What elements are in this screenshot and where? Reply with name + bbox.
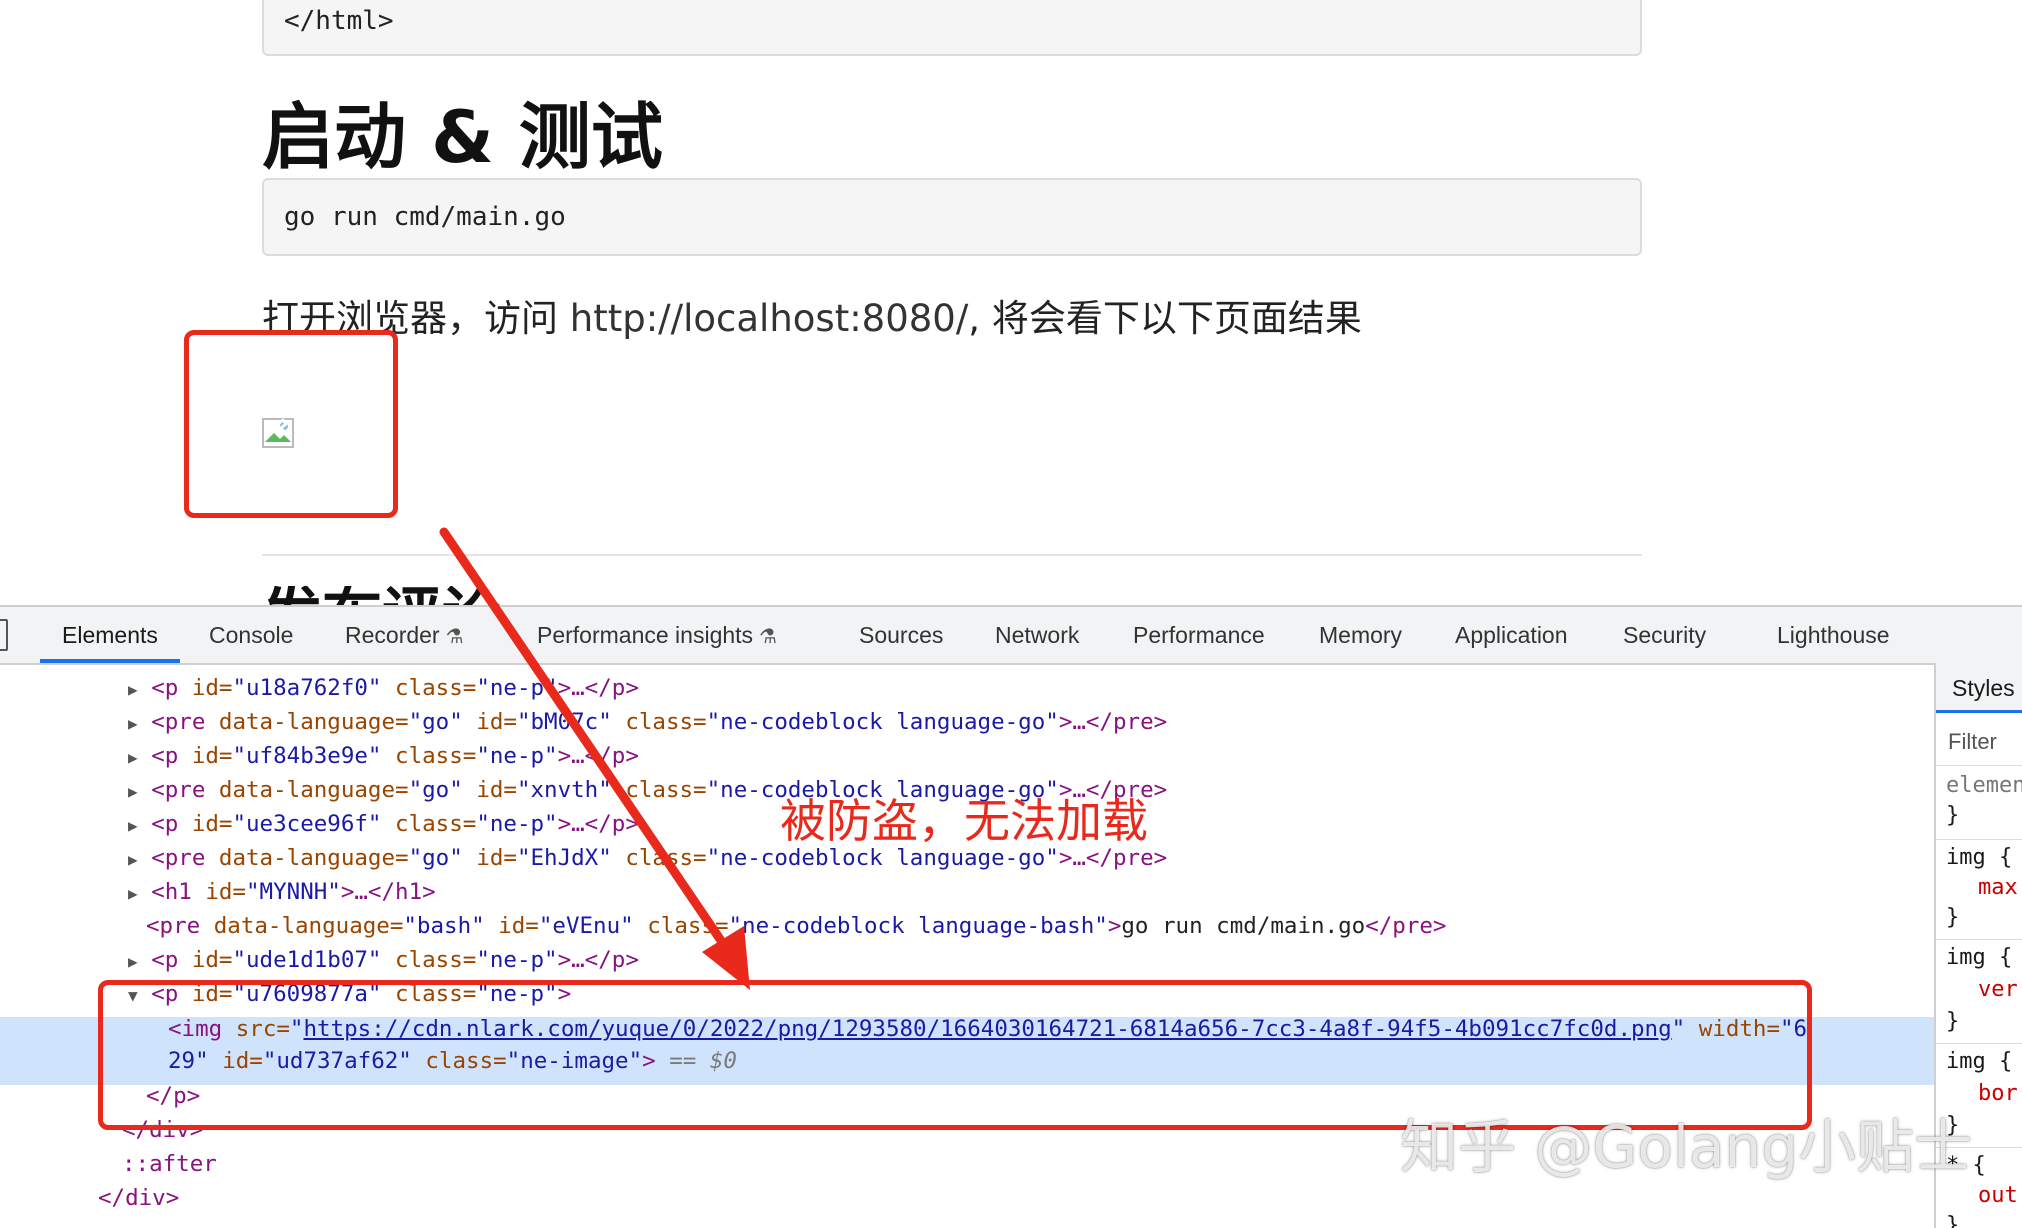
annotation-text: 被防盗，无法加载 [780,794,1148,848]
watermark: 知乎 @Golang小贴士 [1400,1113,1973,1181]
annotation-arrow-icon [439,527,750,990]
